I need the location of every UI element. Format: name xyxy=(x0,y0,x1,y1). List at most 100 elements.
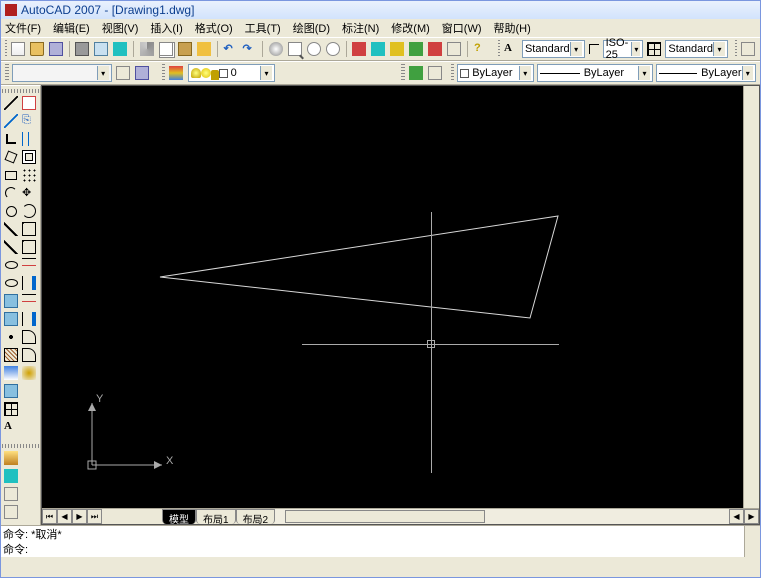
grip[interactable] xyxy=(2,444,39,448)
grip[interactable] xyxy=(498,40,500,58)
help-button[interactable]: ? xyxy=(473,40,489,58)
copy2-button[interactable]: ⎘ xyxy=(20,112,38,130)
menu-tools[interactable]: 工具(T) xyxy=(245,20,281,36)
textstyle-combo[interactable]: Standard xyxy=(522,40,585,58)
chamfer-button[interactable] xyxy=(20,328,38,346)
chevron-down-icon[interactable] xyxy=(519,66,531,80)
qcalc-button[interactable] xyxy=(446,40,462,58)
menu-draw[interactable]: 绘图(D) xyxy=(293,20,330,36)
stretch-button[interactable] xyxy=(20,238,38,256)
tablestyle-icon-btn[interactable] xyxy=(646,40,662,58)
menu-help[interactable]: 帮助(H) xyxy=(494,20,531,36)
cmd-prompt[interactable]: 命令: xyxy=(3,541,742,556)
menu-edit[interactable]: 编辑(E) xyxy=(53,20,90,36)
hscroll-left[interactable]: ◀ xyxy=(729,509,744,524)
offset-button[interactable] xyxy=(20,148,38,166)
rect-button[interactable] xyxy=(2,166,20,184)
fillet-button[interactable] xyxy=(20,346,38,364)
ellipsearc-button[interactable] xyxy=(2,274,20,292)
move-button[interactable]: ✥ xyxy=(20,184,38,202)
break-button[interactable] xyxy=(20,292,38,310)
undo-button[interactable]: ↶ xyxy=(222,40,238,58)
chevron-down-icon[interactable] xyxy=(631,42,640,56)
redo-button[interactable]: ↷ xyxy=(241,40,257,58)
dimstyle-combo[interactable]: ISO-25 xyxy=(603,40,644,58)
tab-prev-button[interactable]: ◀ xyxy=(57,509,72,524)
gradient-button[interactable] xyxy=(2,364,20,382)
grip[interactable] xyxy=(451,64,455,82)
scale-button[interactable] xyxy=(20,220,38,238)
chevron-down-icon[interactable] xyxy=(260,66,272,80)
props-button[interactable] xyxy=(351,40,367,58)
array-button[interactable] xyxy=(20,166,38,184)
zoom-rt-button[interactable] xyxy=(287,40,303,58)
line-button[interactable] xyxy=(2,94,20,112)
render-button[interactable] xyxy=(2,449,20,467)
point2-button[interactable] xyxy=(2,328,20,346)
circle-button[interactable] xyxy=(2,202,20,220)
dcenter-button[interactable] xyxy=(370,40,386,58)
grip[interactable] xyxy=(162,64,166,82)
ws-combo[interactable] xyxy=(12,64,112,82)
xline-button[interactable] xyxy=(2,112,20,130)
paste-button[interactable] xyxy=(177,40,193,58)
sheetset-button[interactable] xyxy=(408,40,424,58)
layer-combo[interactable]: 0 xyxy=(188,64,275,82)
spline-button[interactable] xyxy=(2,238,20,256)
hscroll-right[interactable]: ▶ xyxy=(744,509,759,524)
hatch-button[interactable] xyxy=(2,346,20,364)
extend-button[interactable] xyxy=(20,274,38,292)
menu-file[interactable]: 文件(F) xyxy=(5,20,41,36)
ws-settings-button[interactable] xyxy=(115,64,131,82)
tab-layout1[interactable]: 布局1 xyxy=(196,509,236,524)
tab-next-button[interactable]: ▶ xyxy=(72,509,87,524)
layerprev-button[interactable] xyxy=(408,64,424,82)
polygon-button[interactable] xyxy=(2,148,20,166)
menu-format[interactable]: 格式(O) xyxy=(195,20,233,36)
hscroll-thumb[interactable] xyxy=(285,510,485,523)
chevron-down-icon[interactable] xyxy=(570,42,582,56)
tab-last-button[interactable]: ⏭ xyxy=(87,509,102,524)
lineweight-combo[interactable]: ByLayer xyxy=(656,64,756,82)
tab-layout2[interactable]: 布局2 xyxy=(236,509,276,524)
grip[interactable] xyxy=(2,89,39,93)
toolpal-button[interactable] xyxy=(389,40,405,58)
menu-insert[interactable]: 插入(I) xyxy=(150,20,182,36)
join-button[interactable] xyxy=(20,310,38,328)
grip[interactable] xyxy=(5,64,9,82)
grip[interactable] xyxy=(735,40,737,58)
layermgr-button[interactable] xyxy=(168,64,184,82)
chevron-down-icon[interactable] xyxy=(638,66,650,80)
cmd-scrollbar[interactable] xyxy=(744,526,760,557)
misc-button[interactable] xyxy=(2,503,20,521)
3dorbit-button[interactable] xyxy=(2,467,20,485)
chevron-down-icon[interactable] xyxy=(742,66,753,80)
explode-button[interactable] xyxy=(20,364,38,382)
tab-first-button[interactable]: ⏮ xyxy=(42,509,57,524)
tablestyle-combo[interactable]: Standard xyxy=(665,40,728,58)
insert-button[interactable] xyxy=(2,292,20,310)
tab-model[interactable]: 模型 xyxy=(162,509,196,524)
linetype-combo[interactable]: ByLayer xyxy=(537,64,653,82)
zoom-prev-button[interactable] xyxy=(325,40,341,58)
dimstyle-icon-btn[interactable] xyxy=(588,40,600,58)
trim-button[interactable] xyxy=(20,256,38,274)
open-button[interactable] xyxy=(29,40,45,58)
menu-view[interactable]: 视图(V) xyxy=(102,20,139,36)
matchprop-button[interactable] xyxy=(196,40,212,58)
scrollbar-vertical[interactable] xyxy=(743,86,759,508)
grip[interactable] xyxy=(401,64,405,82)
arc-button[interactable] xyxy=(2,184,20,202)
mirror-button[interactable] xyxy=(20,130,38,148)
new-button[interactable] xyxy=(10,40,26,58)
plot-button[interactable] xyxy=(74,40,90,58)
revcloud-button[interactable] xyxy=(2,220,20,238)
menu-window[interactable]: 窗口(W) xyxy=(442,20,482,36)
chevron-down-icon[interactable] xyxy=(97,66,109,80)
grip[interactable] xyxy=(5,40,7,58)
hscroll-track[interactable] xyxy=(275,509,729,524)
color-combo[interactable]: ByLayer xyxy=(457,64,534,82)
visualstyle-button[interactable] xyxy=(2,485,20,503)
copy-button[interactable] xyxy=(158,40,174,58)
drawing-canvas[interactable]: X Y xyxy=(42,86,743,508)
